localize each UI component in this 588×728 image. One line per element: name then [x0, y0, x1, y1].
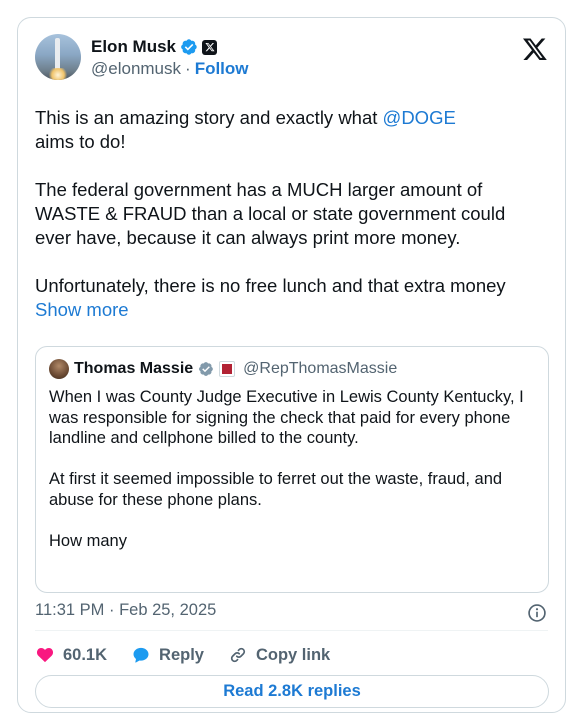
government-affiliation-icon [219, 361, 236, 377]
like-count: 60.1K [63, 645, 108, 664]
heart-icon [36, 647, 54, 663]
tweet-header: Elon Musk @elonmusk · Follow [35, 34, 548, 82]
rocket-image [55, 38, 60, 72]
tweet-paragraph-3: Unfortunately, there is no free lunch an… [35, 274, 545, 322]
tweet-body: This is an amazing story and exactly wha… [35, 106, 545, 322]
author-handle-row: @elonmusk · Follow [91, 59, 249, 79]
quote-author-handle: @RepThomasMassie [243, 360, 398, 377]
verified-badge-icon [181, 39, 197, 55]
link-icon [230, 647, 246, 663]
reply-label: Reply [159, 645, 204, 664]
quote-paragraph-2: At first it seemed impossible to ferret … [49, 470, 503, 509]
quote-paragraph-1: When I was County Judge Executive in Lew… [49, 388, 524, 447]
rocket-plume [48, 68, 68, 80]
quote-author-name: Thomas Massie [74, 360, 194, 377]
reply-bubble-icon [133, 647, 149, 663]
author-name-row: Elon Musk [91, 37, 218, 57]
tweet-paragraph-1: This is an amazing story and exactly wha… [35, 106, 545, 154]
quote-header: Thomas Massie @RepThomasMassie [49, 359, 397, 379]
tweet-paragraph-2: The federal government has a MUCH larger… [35, 179, 506, 248]
read-replies-button[interactable]: Read 2.8K replies [35, 675, 549, 708]
quote-author-avatar [49, 359, 69, 379]
tweet-text-segment: Unfortunately, there is no free lunch an… [35, 275, 506, 296]
doge-mention-link[interactable]: @DOGE [383, 107, 456, 128]
divider [35, 630, 548, 631]
like-button[interactable]: 60.1K [35, 645, 107, 665]
reply-button[interactable]: Reply [131, 645, 204, 665]
quoted-tweet[interactable]: Thomas Massie @RepThomasMassie When I wa… [35, 346, 549, 593]
info-icon[interactable] [527, 603, 547, 623]
copy-link-label: Copy link [255, 645, 331, 664]
author-avatar[interactable] [35, 34, 81, 80]
x-logo-icon[interactable] [522, 36, 548, 62]
tweet-text-segment: aims to do! [35, 131, 126, 152]
show-more-link[interactable]: Show more [35, 299, 129, 320]
author-name[interactable]: Elon Musk [91, 37, 176, 57]
copy-link-button[interactable]: Copy link [228, 645, 330, 665]
handle-separator: · [185, 59, 191, 78]
quote-verified-badge-icon [199, 362, 213, 376]
x-affiliation-icon [202, 39, 218, 55]
quote-body: When I was County Judge Executive in Lew… [49, 387, 537, 551]
tweet-text-segment: This is an amazing story and exactly wha… [35, 107, 383, 128]
tweet-timestamp[interactable]: 11:31 PM · Feb 25, 2025 [35, 601, 216, 620]
tweet-card: Elon Musk @elonmusk · Follow This is an … [17, 17, 566, 713]
action-bar: 60.1K Reply Copy link [35, 643, 354, 667]
follow-button[interactable]: Follow [195, 59, 249, 79]
author-handle[interactable]: @elonmusk [91, 59, 181, 79]
quote-paragraph-3: How many [49, 531, 127, 550]
